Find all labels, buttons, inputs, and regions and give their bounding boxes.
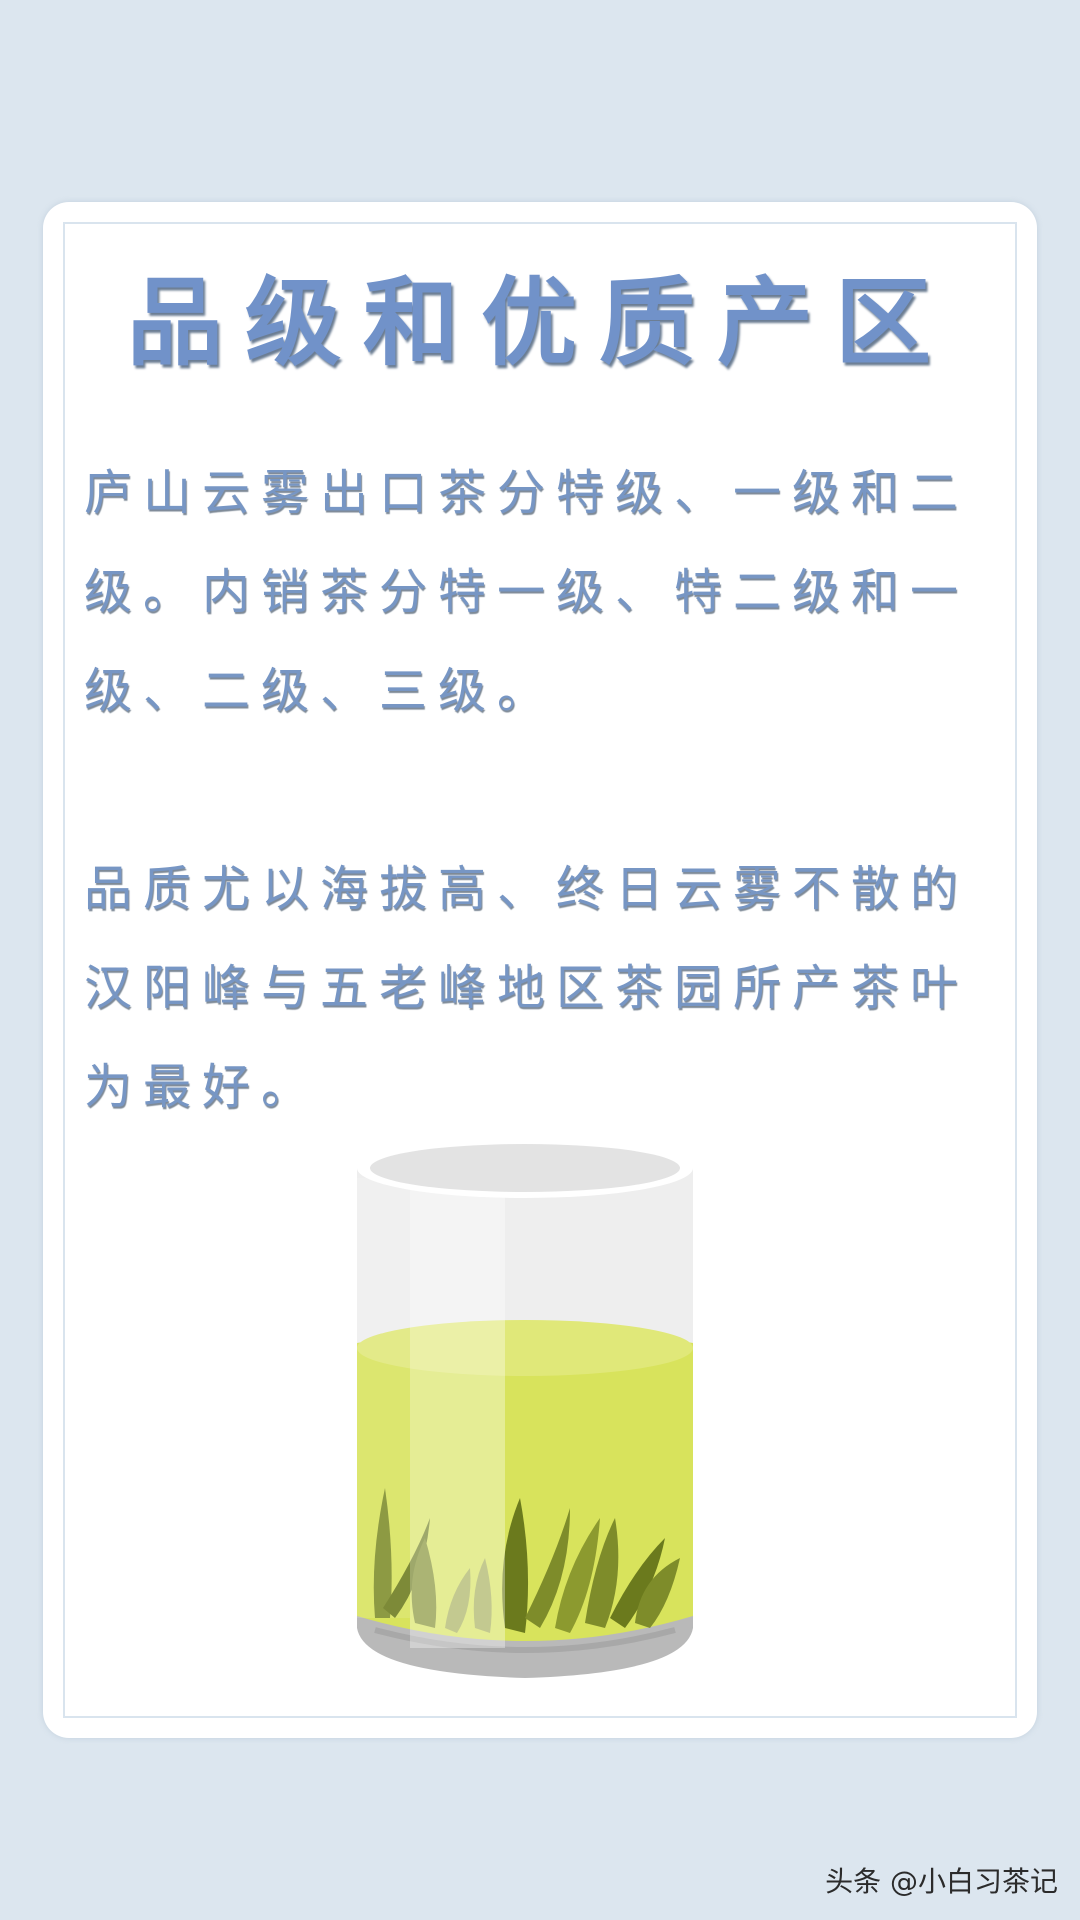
glass-highlight (410, 1178, 505, 1648)
paragraph-grades: 庐山云雾出口茶分特级、一级和二级。内销茶分特一级、特二级和一级、二级、三级。 (84, 465, 970, 719)
watermark: 头条 @小白习茶记 (825, 1865, 1058, 1898)
tea-glass-illustration (357, 1138, 693, 1678)
page-title: 品级和优质产区 (127, 267, 953, 379)
paragraph-regions: 品质尤以海拔高、终日云雾不散的汉阳峰与五老峰地区茶园所产茶叶为最好。 (84, 861, 970, 1115)
